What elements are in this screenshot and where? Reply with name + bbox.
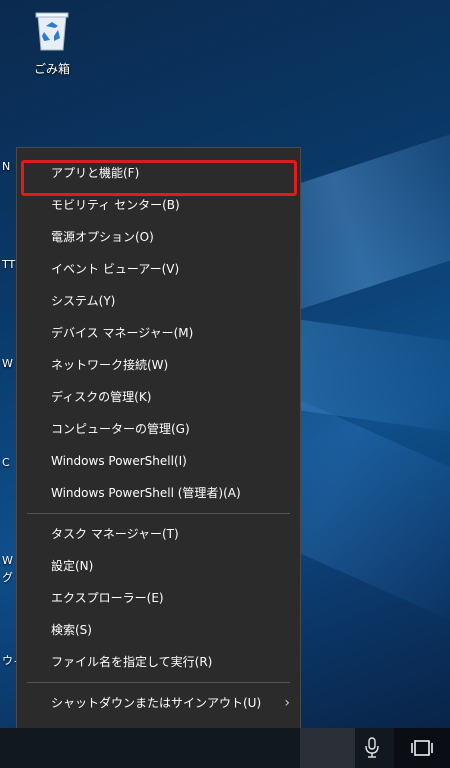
desktop-icon-label-4: C — [2, 456, 10, 469]
menu-item-computer-management[interactable]: コンピューターの管理(G) — [17, 413, 300, 445]
menu-item-settings[interactable]: 設定(N) — [17, 550, 300, 582]
task-view-icon — [411, 740, 433, 756]
menu-item-apps-and-features[interactable]: アプリと機能(F) — [17, 157, 300, 196]
task-view-button[interactable] — [394, 728, 450, 768]
menu-item-shutdown-signout-label: シャットダウンまたはサインアウト(U) — [51, 696, 262, 710]
menu-item-run[interactable]: ファイル名を指定して実行(R) — [17, 646, 300, 678]
desktop-icon-label-2: TT — [2, 258, 16, 271]
desktop-icon-label-1: N — [2, 160, 11, 173]
menu-item-shutdown-signout[interactable]: シャットダウンまたはサインアウト(U) › — [17, 687, 300, 719]
menu-separator — [27, 682, 290, 683]
chevron-right-icon: › — [284, 695, 290, 711]
menu-item-device-manager[interactable]: デバイス マネージャー(M) — [17, 317, 300, 349]
menu-item-powershell-admin[interactable]: Windows PowerShell (管理者)(A) — [17, 477, 300, 509]
menu-item-power-options[interactable]: 電源オプション(O) — [17, 221, 300, 253]
menu-separator — [27, 513, 290, 514]
winx-context-menu: アプリと機能(F) モビリティ センター(B) 電源オプション(O) イベント … — [16, 147, 301, 759]
recycle-bin[interactable]: ごみ箱 — [22, 8, 82, 77]
taskbar — [0, 728, 450, 768]
menu-item-task-manager[interactable]: タスク マネージャー(T) — [17, 518, 300, 550]
microphone-icon[interactable] — [362, 736, 382, 760]
menu-item-search[interactable]: 検索(S) — [17, 614, 300, 646]
taskbar-search-box[interactable] — [300, 728, 355, 768]
menu-item-system[interactable]: システム(Y) — [17, 285, 300, 317]
menu-item-powershell[interactable]: Windows PowerShell(I) — [17, 445, 300, 477]
menu-item-network-connections[interactable]: ネットワーク接続(W) — [17, 349, 300, 381]
desktop-icon-label-6: グ — [2, 571, 13, 584]
recycle-bin-icon — [35, 12, 69, 51]
desktop-icon-label-5: W — [2, 554, 13, 567]
recycle-bin-label: ごみ箱 — [33, 62, 70, 76]
desktop-icon-label-3: W — [2, 357, 13, 370]
menu-item-event-viewer[interactable]: イベント ビューアー(V) — [17, 253, 300, 285]
menu-item-mobility-center[interactable]: モビリティ センター(B) — [17, 189, 300, 221]
menu-item-disk-management[interactable]: ディスクの管理(K) — [17, 381, 300, 413]
menu-item-explorer[interactable]: エクスプローラー(E) — [17, 582, 300, 614]
